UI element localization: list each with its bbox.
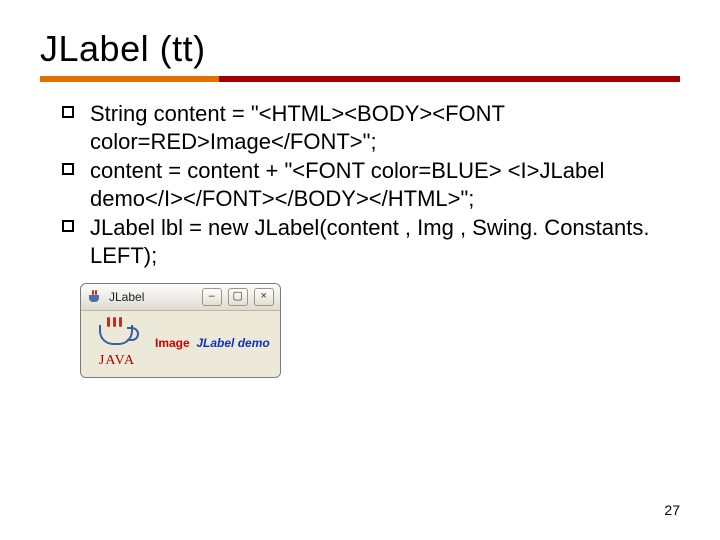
embedded-window: JLabel – ▢ × JAVA Image JLabel demo	[80, 283, 281, 378]
bullet-item: content = content + "<FONT color=BLUE> <…	[62, 157, 680, 212]
bullet-list: String content = "<HTML><BODY><FONT colo…	[62, 100, 680, 269]
jlabel-blue-part: JLabel demo	[196, 336, 269, 350]
java-wordmark: JAVA	[87, 353, 147, 369]
page-number: 27	[664, 502, 680, 518]
bullet-item: JLabel lbl = new JLabel(content , Img , …	[62, 214, 680, 269]
java-logo-icon: JAVA	[87, 317, 147, 369]
slide: JLabel (tt) String content = "<HTML><BOD…	[0, 0, 720, 540]
window-titlebar: JLabel – ▢ ×	[81, 284, 280, 311]
window-title-text: JLabel	[109, 290, 144, 304]
underline-orange	[40, 76, 219, 82]
jlabel-red-part: Image	[155, 336, 190, 350]
title-underline	[40, 76, 680, 82]
bullet-item: String content = "<HTML><BODY><FONT colo…	[62, 100, 680, 155]
slide-title: JLabel (tt)	[40, 28, 680, 70]
maximize-button[interactable]: ▢	[228, 288, 248, 306]
window-client-area: JAVA Image JLabel demo	[81, 311, 280, 377]
close-button[interactable]: ×	[254, 288, 274, 306]
java-cup-handle-icon	[127, 327, 139, 341]
jlabel-rendered-text: Image JLabel demo	[155, 336, 270, 350]
minimize-button[interactable]: –	[202, 288, 222, 306]
java-cup-icon	[87, 289, 103, 305]
